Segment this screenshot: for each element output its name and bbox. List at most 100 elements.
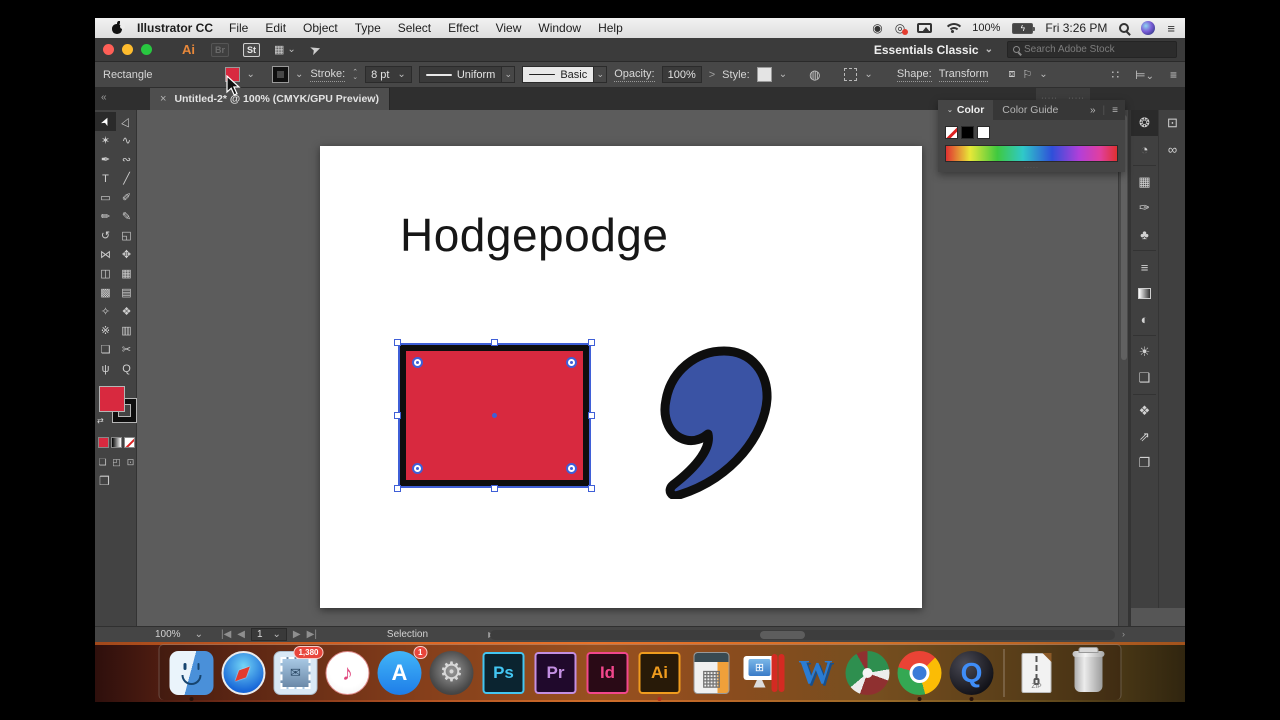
dock-illustrator[interactable]: Ai [638, 651, 682, 695]
dock-system-preferences[interactable]: ⚙ [430, 651, 474, 695]
menu-file[interactable]: File [229, 21, 248, 35]
draw-normal-mode[interactable]: ❏ [96, 455, 109, 469]
slice-tool[interactable]: ✂ [116, 340, 137, 359]
width-tool[interactable]: ⋈ [95, 245, 116, 264]
menu-window[interactable]: Window [538, 21, 581, 35]
artboard[interactable]: Hodgepodge [320, 146, 922, 608]
dock-pinwheel-app[interactable] [846, 651, 890, 695]
canvas-area[interactable]: Hodgepodge [137, 110, 1118, 626]
opacity-link[interactable]: Opacity: [614, 68, 654, 82]
curvature-tool[interactable]: ∾ [116, 150, 137, 169]
hand-tool[interactable]: ψ [95, 359, 116, 378]
center-point[interactable] [492, 413, 497, 418]
style-chevron-icon[interactable]: ⌄ [779, 69, 787, 80]
artboards-panel-icon[interactable]: ❐ [1131, 450, 1158, 476]
menu-clock[interactable]: Fri 3:26 PM [1045, 21, 1107, 35]
dock-premiere[interactable]: Pr [534, 651, 578, 695]
arrange-documents-button[interactable]: ▦⌄ [274, 43, 296, 56]
dock-chrome[interactable] [898, 651, 942, 695]
selection-handle[interactable] [588, 485, 595, 492]
search-input[interactable] [1024, 44, 1171, 55]
shape-link[interactable]: Shape: [897, 68, 932, 82]
adobe-stock-search[interactable] [1007, 41, 1177, 58]
color-panel-menu-icon[interactable]: ≡ [1112, 105, 1118, 116]
blue-comma-shape[interactable] [658, 344, 780, 499]
layers-panel-icon[interactable]: ❖ [1131, 398, 1158, 424]
opacity-arrow-icon[interactable]: > [709, 69, 715, 81]
artboard-heading-text[interactable]: Hodgepodge [400, 208, 668, 262]
dock-mail[interactable]: ✉ 1,380 [274, 651, 318, 695]
dock-photoshop[interactable]: Ps [482, 651, 526, 695]
shaper-tool[interactable]: ✏ [95, 207, 116, 226]
menu-edit[interactable]: Edit [265, 21, 286, 35]
menu-view[interactable]: View [496, 21, 522, 35]
dock-app-store[interactable]: A 1 [378, 651, 422, 695]
black-swatch[interactable] [961, 126, 974, 139]
zoom-tool[interactable]: Q [116, 359, 137, 378]
line-segment-tool[interactable]: ╱ [116, 169, 137, 188]
color-button[interactable] [98, 437, 109, 448]
dock-parallels[interactable]: ⊞ [742, 651, 786, 695]
horizontal-scrollbar[interactable] [490, 630, 1115, 640]
notification-center-icon[interactable]: ≡ [1167, 21, 1175, 36]
direct-selection-tool[interactable]: ▷ [116, 112, 137, 131]
artboard-number-dropdown[interactable]: 1 ⌄ [251, 628, 287, 641]
selection-handle[interactable] [588, 412, 595, 419]
bridge-button[interactable]: Br [211, 43, 229, 57]
screen-mode-button[interactable]: ❒ [99, 474, 110, 488]
zoom-window-button[interactable] [141, 44, 152, 55]
transparency-panel-icon[interactable]: ◐ [1131, 306, 1158, 332]
previous-artboard-icon[interactable]: ◀ [237, 629, 245, 640]
rectangle-tool[interactable]: ▭ [95, 188, 116, 207]
menu-select[interactable]: Select [398, 21, 431, 35]
close-window-button[interactable] [103, 44, 114, 55]
airplay-display-icon[interactable] [917, 23, 932, 33]
tab-color[interactable]: ⌄Color [938, 100, 993, 120]
magic-wand-tool[interactable]: ✶ [95, 131, 116, 150]
selection-handle[interactable] [394, 485, 401, 492]
gradient-panel-icon[interactable] [1131, 280, 1158, 306]
opacity-field[interactable]: 100% [662, 66, 702, 83]
dock-trash[interactable] [1067, 651, 1111, 695]
color-guide-panel-icon[interactable]: ◔ [1131, 136, 1158, 162]
perspective-grid-tool[interactable]: ▦ [116, 264, 137, 283]
share-icon[interactable]: ➤ [307, 40, 323, 59]
dock-finder[interactable] [170, 651, 214, 695]
menu-type[interactable]: Type [355, 21, 381, 35]
menu-help[interactable]: Help [598, 21, 623, 35]
transform-link[interactable]: Transform [939, 68, 989, 82]
swatches-panel-icon[interactable]: ▦ [1131, 169, 1158, 195]
menu-effect[interactable]: Effect [448, 21, 478, 35]
none-button[interactable] [124, 437, 135, 448]
graphic-styles-panel-icon[interactable]: ❑ [1131, 365, 1158, 391]
dock-itunes[interactable]: ♪ [326, 651, 370, 695]
libraries-panel-icon[interactable]: ⊡ [1159, 110, 1186, 136]
dock-calculator[interactable]: ▦ [690, 651, 734, 695]
brush-definition-dropdown[interactable]: Basic ⌄ [522, 66, 607, 83]
zoom-level-dropdown[interactable]: 100% ⌄ [95, 629, 203, 640]
column-graph-tool[interactable]: ▥ [116, 321, 137, 340]
dock-word[interactable]: W [794, 651, 838, 695]
none-swatch[interactable] [945, 126, 958, 139]
selection-tool[interactable]: ➤ [95, 112, 116, 131]
gradient-tool[interactable]: ▤ [116, 283, 137, 302]
appearance-panel-icon[interactable]: ☀ [1131, 339, 1158, 365]
symbols-panel-icon[interactable]: ♣ [1131, 221, 1158, 247]
draw-inside-mode[interactable]: ⊡ [124, 455, 137, 469]
corner-radius-widget[interactable] [412, 463, 423, 474]
dock-quicktime[interactable]: Q [950, 651, 994, 695]
next-artboard-icon[interactable]: ▶ [293, 629, 301, 640]
selection-handle[interactable] [491, 339, 498, 346]
apple-menu-icon[interactable] [111, 22, 123, 34]
vertical-scrollbar[interactable] [1118, 110, 1128, 626]
style-swatch[interactable] [757, 67, 772, 82]
white-swatch[interactable] [977, 126, 990, 139]
menu-object[interactable]: Object [303, 21, 338, 35]
width-profile-dropdown[interactable]: Uniform ⌄ [419, 66, 516, 83]
selected-rectangle[interactable] [398, 343, 591, 488]
shape-builder-tool[interactable]: ◫ [95, 264, 116, 283]
paintbrush-tool[interactable]: ✐ [116, 188, 137, 207]
screen-capture-icon[interactable]: ◎ [895, 22, 905, 34]
stock-button[interactable]: St [243, 43, 260, 57]
battery-icon[interactable]: ϟ [1012, 23, 1033, 34]
